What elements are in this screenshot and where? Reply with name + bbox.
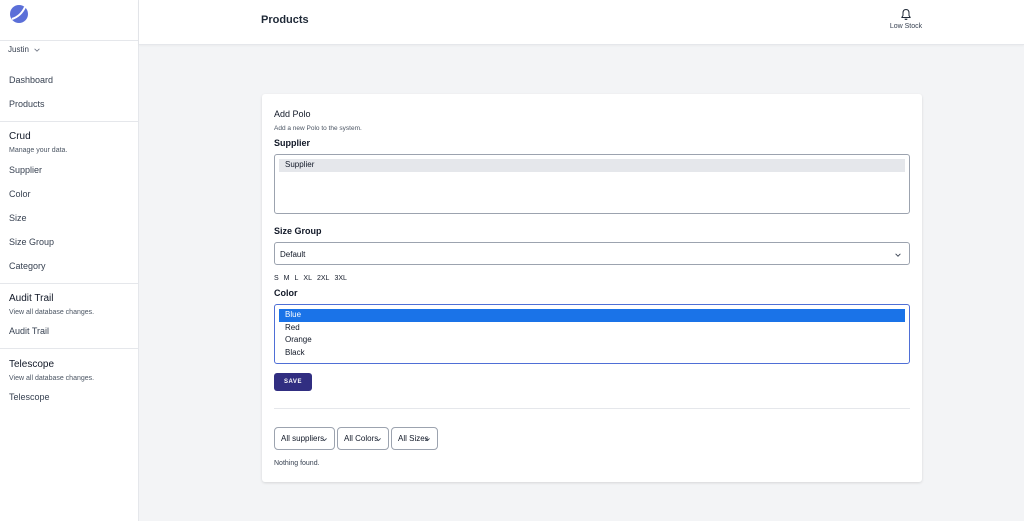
section-desc-audit: View all database changes.: [9, 309, 95, 316]
sidebar-item-dashboard[interactable]: Dashboard: [9, 75, 53, 85]
color-option-red[interactable]: Red: [279, 322, 905, 335]
notification-label: Low Stock: [889, 23, 923, 30]
section-desc-crud: Manage your data.: [9, 147, 68, 154]
chevron-down-icon: [425, 438, 430, 442]
section-title-audit: Audit Trail: [9, 293, 54, 304]
chevron-down-icon: [895, 253, 901, 257]
sidebar-item-size-group[interactable]: Size Group: [9, 237, 54, 247]
add-product-card: Add Polo Add a new Polo to the system. S…: [262, 94, 922, 482]
color-filter-value: All Colors: [344, 434, 379, 443]
size-filter-select[interactable]: All Sizes: [391, 427, 438, 450]
sidebar-item-audit-trail[interactable]: Audit Trail: [9, 326, 49, 336]
low-stock-notification[interactable]: Low Stock: [886, 8, 926, 30]
size-item: S: [274, 275, 279, 282]
card-divider: [274, 408, 910, 409]
size-list: S M L XL 2XL 3XL: [274, 275, 347, 282]
chevron-down-icon: [322, 438, 327, 442]
chevron-down-icon: [34, 48, 40, 52]
size-item: M: [283, 275, 290, 282]
size-item: 2XL: [316, 275, 330, 282]
sidebar-item-products[interactable]: Products: [9, 99, 45, 109]
form-title: Add Polo: [274, 109, 311, 119]
color-label: Color: [274, 288, 298, 298]
user-name: Justin: [8, 45, 29, 54]
size-item: XL: [303, 275, 312, 282]
color-listbox[interactable]: Blue Red Orange Black: [274, 304, 910, 364]
supplier-listbox[interactable]: Supplier: [274, 154, 910, 214]
sidebar-divider: [0, 283, 139, 284]
sidebar-item-supplier[interactable]: Supplier: [9, 165, 42, 175]
size-group-select[interactable]: Default: [274, 242, 910, 265]
page-title: Products: [261, 14, 309, 26]
sidebar-divider: [0, 40, 139, 41]
user-menu[interactable]: Justin: [8, 45, 41, 54]
section-desc-telescope: View all database changes.: [9, 375, 95, 382]
color-option-black[interactable]: Black: [279, 347, 905, 360]
sidebar-item-size[interactable]: Size: [9, 213, 27, 223]
supplier-option[interactable]: Supplier: [279, 159, 905, 172]
sidebar-divider: [0, 121, 139, 122]
save-button[interactable]: SAVE: [274, 373, 312, 391]
size-group-label: Size Group: [274, 226, 322, 236]
top-header: Products Low Stock: [139, 0, 1024, 45]
size-item: 3XL: [334, 275, 347, 282]
sidebar-item-telescope[interactable]: Telescope: [9, 392, 50, 402]
section-title-crud: Crud: [9, 131, 31, 142]
chevron-down-icon: [376, 438, 381, 442]
section-title-telescope: Telescope: [9, 359, 55, 370]
size-group-value: Default: [280, 250, 306, 259]
color-option-blue[interactable]: Blue: [279, 309, 905, 322]
empty-state-message: Nothing found.: [274, 460, 320, 467]
supplier-filter-select[interactable]: All suppliers: [274, 427, 335, 450]
size-item: L: [294, 275, 299, 282]
supplier-label: Supplier: [274, 138, 311, 148]
color-filter-select[interactable]: All Colors: [337, 427, 389, 450]
sidebar-item-color[interactable]: Color: [9, 189, 31, 199]
form-description: Add a new Polo to the system.: [274, 125, 362, 132]
sidebar-item-category[interactable]: Category: [9, 261, 46, 271]
bell-icon: [901, 9, 911, 20]
app-logo-icon[interactable]: [9, 4, 29, 24]
supplier-filter-value: All suppliers: [281, 434, 325, 443]
sidebar-divider: [0, 348, 139, 349]
color-option-orange[interactable]: Orange: [279, 334, 905, 347]
sidebar: Justin Dashboard Products Crud Manage yo…: [0, 0, 139, 521]
